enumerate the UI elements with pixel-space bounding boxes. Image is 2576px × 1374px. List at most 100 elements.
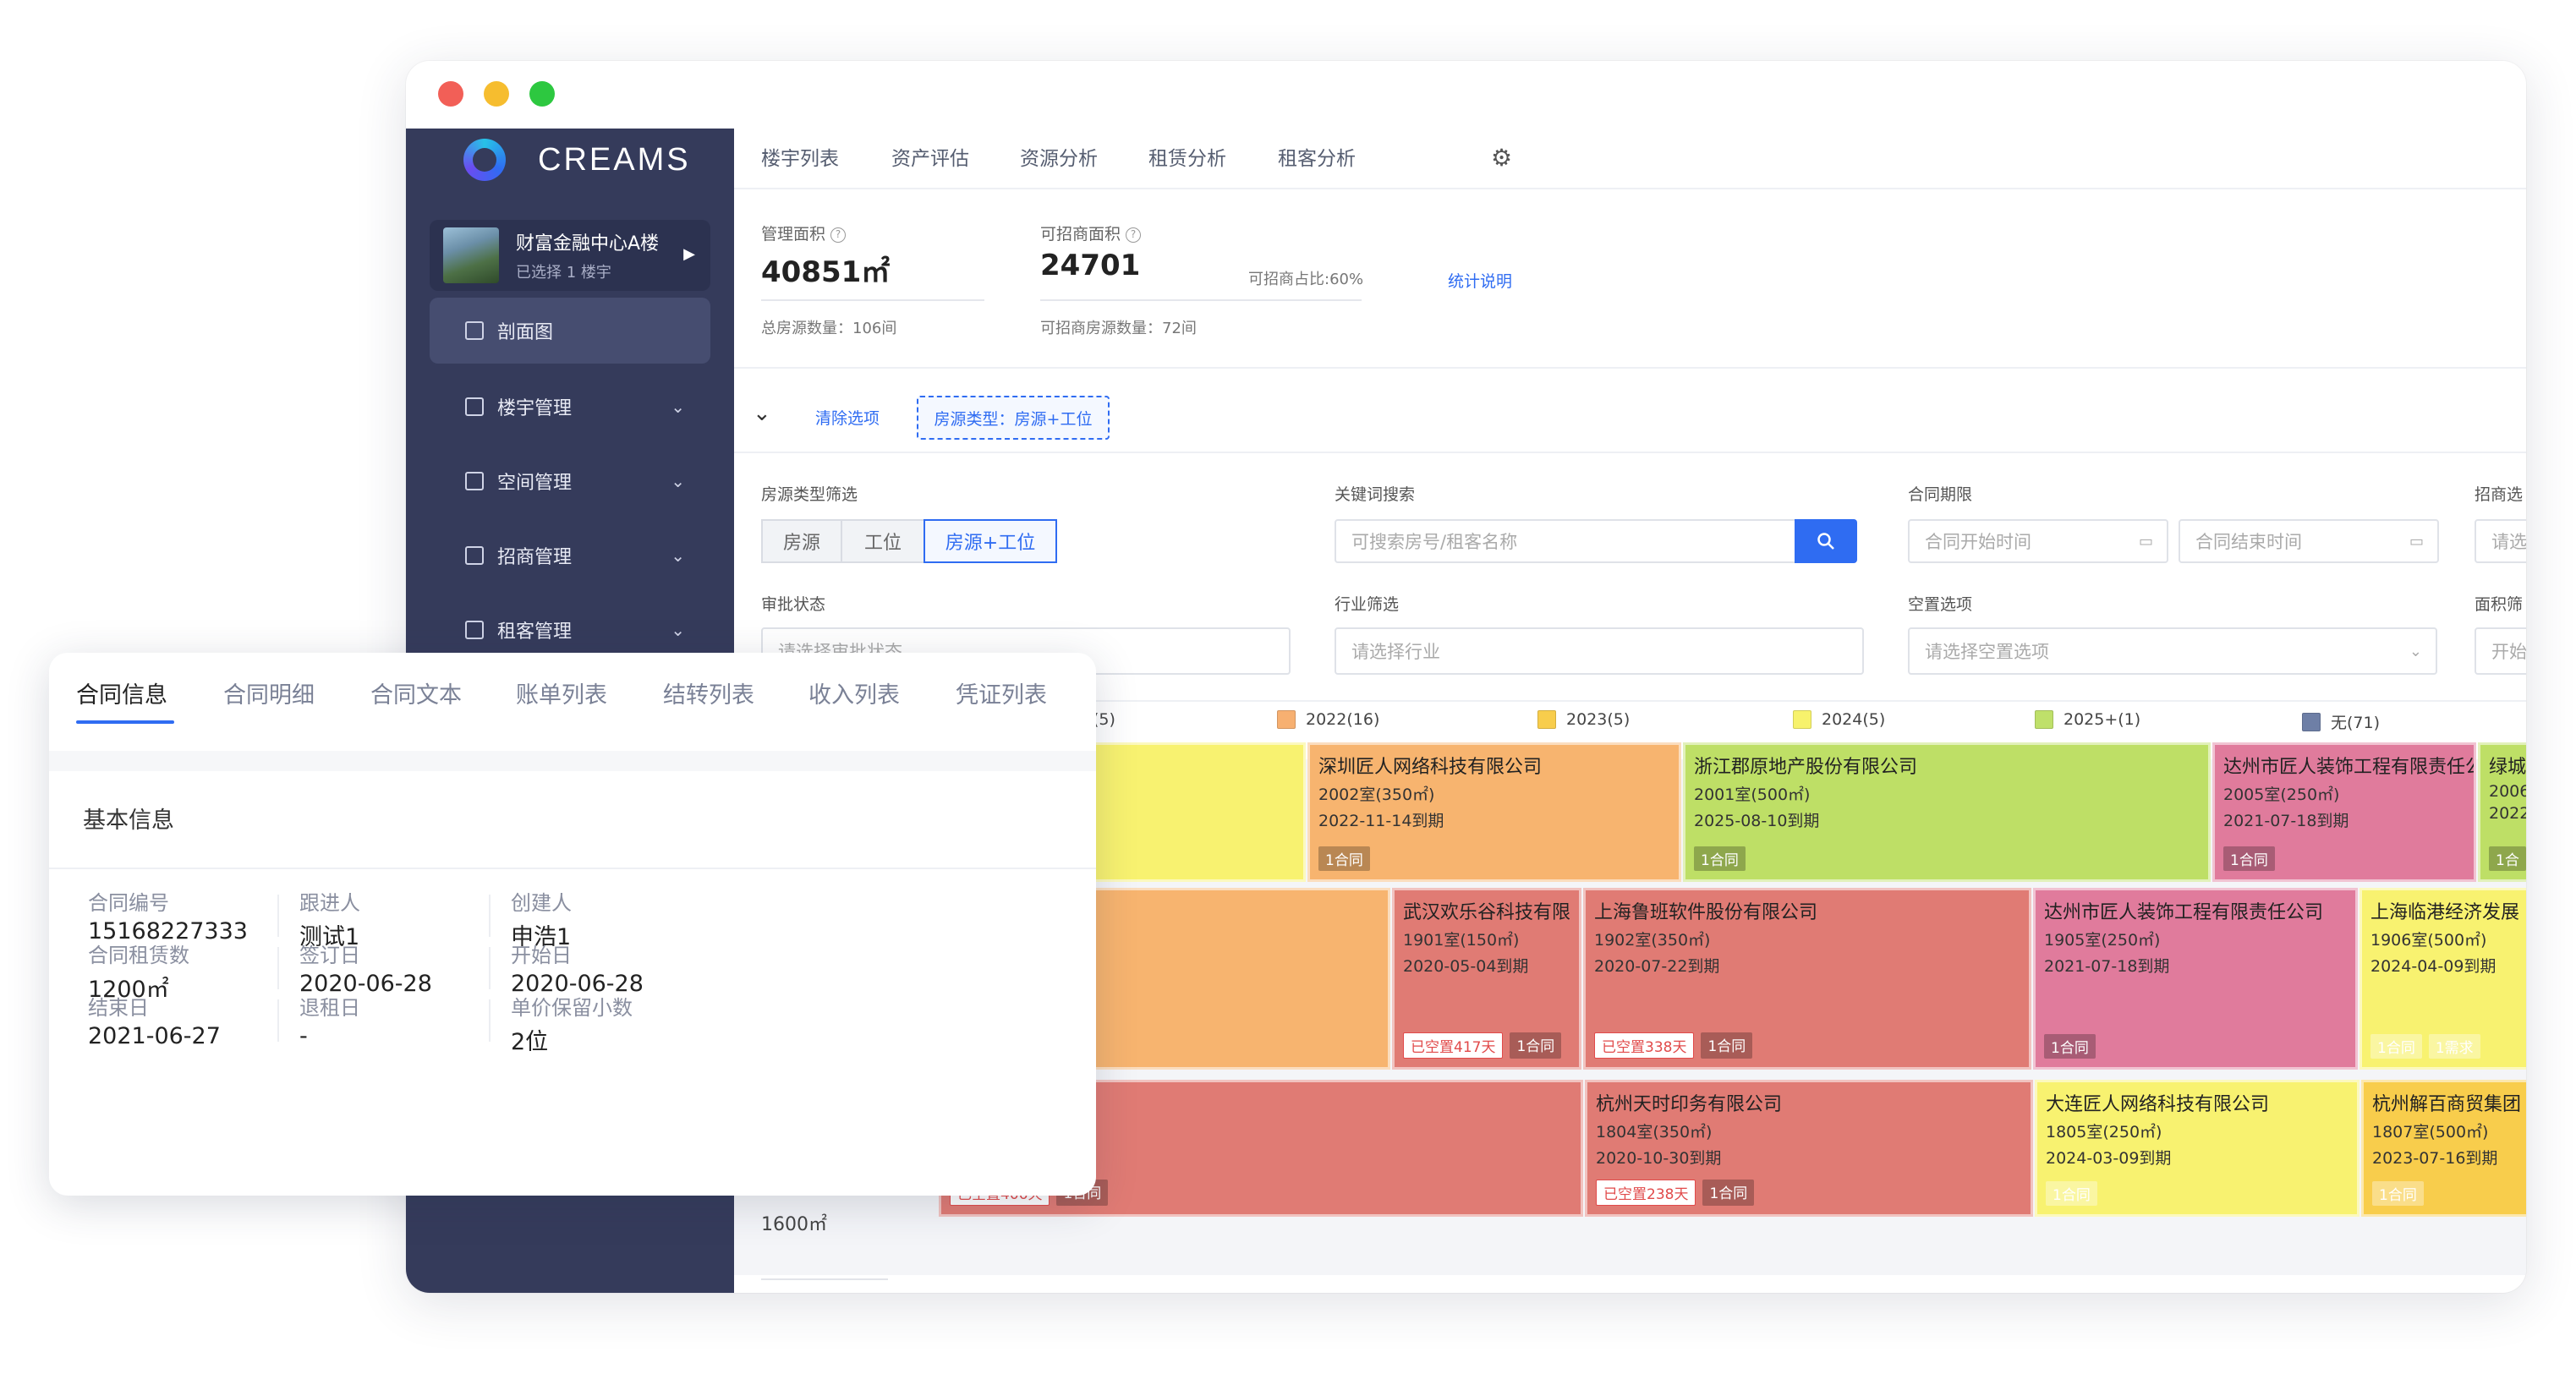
room-tile[interactable]: 上海鲁班软件股份有限公司 1902室(350㎡) 2020-07-22到期 已空置33… — [1583, 888, 2031, 1070]
vacancy-badge[interactable]: 已空置338天 — [1594, 1032, 1695, 1059]
chevron-down-icon: ⌄ — [671, 545, 685, 566]
tenant-name: 杭州天时印务有限公司 — [1596, 1094, 1783, 1115]
legend-item[interactable]: 2025+(1) — [2035, 710, 2140, 729]
room-type-both-option[interactable]: 房源+工位 — [924, 519, 1057, 563]
room-tile[interactable]: 武汉欢乐谷科技有限 1901室(150㎡) 2020-05-04到期 已空置417天 1… — [1392, 888, 1581, 1070]
contract-badge[interactable]: 1合同 — [2223, 846, 2275, 871]
tab-contract-text[interactable]: 合同文本 — [370, 676, 462, 709]
contract-badge[interactable]: 1合同 — [2370, 1034, 2422, 1059]
room-tile[interactable]: 浙江郡原地产股份有限公司 2001室(500㎡) 2025-08-10到期 1合同 — [1683, 742, 2211, 882]
sidebar-item-label: 剖面图 — [497, 322, 554, 343]
room-info: 1805室(250㎡) — [2046, 1123, 2162, 1141]
clear-options-link[interactable]: 清除选项 — [815, 406, 880, 429]
contract-badge[interactable]: 1合同 — [1702, 1180, 1755, 1206]
chevron-down-icon: ⌄ — [671, 397, 685, 417]
tab-building-list[interactable]: 楼宇列表 — [761, 142, 839, 171]
contract-badge[interactable]: 1合同 — [1694, 846, 1746, 871]
search-button[interactable] — [1795, 519, 1857, 563]
contract-end-date-input[interactable]: 合同结束时间 ▭ — [2179, 519, 2439, 563]
sidebar-item-building-management[interactable]: 楼宇管理 ⌄ — [430, 374, 710, 440]
room-tile[interactable]: 深圳匠人网络科技有限公司 2002室(350㎡) 2022-11-14到期 1合同 — [1307, 742, 1681, 882]
tenant-name: 深圳匠人网络科技有限公司 — [1318, 757, 1543, 778]
minimize-dot[interactable] — [484, 81, 509, 107]
help-icon[interactable]: ? — [1126, 227, 1142, 243]
legend-item[interactable]: 2024(5) — [1793, 710, 1885, 729]
field-value: - — [299, 1023, 308, 1049]
tab-contract-detail[interactable]: 合同明细 — [223, 676, 315, 709]
tab-income-list[interactable]: 收入列表 — [808, 676, 900, 709]
vacancy-badge[interactable]: 已空置238天 — [1596, 1180, 1696, 1206]
room-tile[interactable]: 达州市匠人装饰工程有限责任公司 2005室(250㎡) 2021-07-18到期 1合… — [2212, 742, 2476, 882]
column-separator — [277, 999, 279, 1042]
legend-item[interactable]: 2022(16) — [1277, 710, 1379, 729]
keyword-label: 关键词搜索 — [1335, 485, 1416, 504]
logo-text: CREAMS — [538, 141, 691, 178]
tab-carryover-list[interactable]: 结转列表 — [663, 676, 754, 709]
room-type-room-option[interactable]: 房源 — [761, 519, 842, 563]
tab-contract-info[interactable]: 合同信息 — [76, 676, 167, 709]
divider — [734, 367, 2526, 369]
room-tile[interactable]: 杭州天时印务有限公司 1804室(350㎡) 2020-10-30到期 已空置238天… — [1585, 1080, 2033, 1217]
caret-right-icon: ▶ — [683, 245, 695, 263]
vacancy-select[interactable]: 请选择空置选项 ⌄ — [1908, 627, 2437, 675]
expiry-date: 2022 — [2489, 804, 2526, 823]
section-title: 基本信息 — [83, 807, 174, 834]
contract-badge[interactable]: 1需求 — [2428, 1034, 2480, 1059]
chevron-down-icon: ⌄ — [671, 620, 685, 640]
leasing-icon — [465, 546, 484, 565]
room-tile[interactable]: 大连匠人网络科技有限公司 1805室(250㎡) 2024-03-09到期 1合同 — [2035, 1080, 2360, 1217]
tab-voucher-list[interactable]: 凭证列表 — [956, 676, 1047, 709]
contract-badge[interactable]: 1合同 — [2044, 1034, 2096, 1059]
sliders-icon[interactable]: ⚙ — [1491, 144, 1512, 172]
tab-tenant-analysis[interactable]: 租客分析 — [1278, 142, 1356, 171]
sidebar-item-label: 空间管理 — [497, 473, 573, 494]
legend-swatch — [1277, 710, 1296, 729]
close-dot[interactable] — [438, 81, 463, 107]
contract-badge[interactable]: 1合同 — [1510, 1032, 1562, 1059]
app-logo[interactable]: CREAMS — [463, 139, 691, 181]
maximize-dot[interactable] — [529, 81, 555, 107]
contract-badge[interactable]: 1合同 — [2372, 1181, 2424, 1206]
sidebar-item-space-management[interactable]: 空间管理 ⌄ — [430, 448, 710, 514]
area-filter-input[interactable]: 开始 — [2475, 627, 2526, 675]
sidebar-item-leasing-management[interactable]: 招商管理 ⌄ — [430, 523, 710, 588]
expiry-date: 2024-04-09到期 — [2370, 957, 2497, 976]
room-tile[interactable]: 绿城 2006 2022 1合 — [2478, 742, 2526, 882]
expiry-date: 2023-07-16到期 — [2372, 1149, 2498, 1168]
room-tile[interactable]: 达州市匠人装饰工程有限责任公司 1905室(250㎡) 2021-07-18到期 1合… — [2033, 888, 2358, 1070]
field-value: 2位 — [511, 1029, 549, 1055]
leasing-filter-select[interactable]: 请选 — [2475, 519, 2526, 563]
legend-item[interactable]: 2023(5) — [1537, 710, 1630, 729]
contract-badge[interactable]: 1合同 — [2046, 1181, 2097, 1206]
keyword-search-input[interactable]: 可搜索房号/租客名称 — [1335, 519, 1798, 563]
room-tile[interactable]: 杭州解百商贸集团 1807室(500㎡) 2023-07-16到期 1合同 — [2361, 1080, 2526, 1217]
divider — [734, 452, 2526, 453]
stats-explain-link[interactable]: 统计说明 — [1448, 269, 1512, 292]
room-type-workstation-option[interactable]: 工位 — [841, 519, 925, 563]
tenant-name: 杭州解百商贸集团 — [2372, 1094, 2522, 1115]
contract-badge[interactable]: 1合同 — [1701, 1032, 1753, 1059]
chevron-down-icon[interactable]: ⌄ — [753, 401, 771, 426]
expiry-date: 2020-05-04到期 — [1403, 957, 1529, 976]
contract-start-date-input[interactable]: 合同开始时间 ▭ — [1908, 519, 2168, 563]
vacancy-badge[interactable]: 已空置417天 — [1403, 1032, 1504, 1059]
sidebar-item-section-view[interactable]: 剖面图 — [430, 298, 710, 364]
tab-bill-list[interactable]: 账单列表 — [516, 676, 607, 709]
contract-badge[interactable]: 1合 — [2489, 846, 2526, 871]
industry-select[interactable]: 请选择行业 — [1335, 627, 1864, 675]
active-filter-tag[interactable]: 房源类型：房源+工位 — [917, 396, 1110, 440]
room-type-label: 房源类型筛选 — [761, 485, 858, 504]
building-thumbnail — [443, 227, 499, 283]
room-tile[interactable]: 上海临港经济发展 1906室(500㎡) 2024-04-09到期 1合同 1需求 — [2360, 888, 2526, 1070]
tab-leasing-analysis[interactable]: 租赁分析 — [1148, 142, 1226, 171]
help-icon[interactable]: ? — [830, 227, 847, 243]
legend-item[interactable]: (5) — [1093, 710, 1115, 729]
approval-label: 审批状态 — [761, 595, 826, 614]
tab-resource-analysis[interactable]: 资源分析 — [1020, 142, 1098, 171]
contract-badge[interactable]: 1合同 — [1318, 846, 1370, 871]
legend-item[interactable]: 无(71) — [2302, 710, 2380, 733]
tab-asset-evaluation[interactable]: 资产评估 — [891, 142, 969, 171]
field-value: 2021-06-27 — [88, 1023, 221, 1049]
field-label: 跟进人 — [299, 891, 360, 915]
building-selector[interactable]: 财富金融中心A楼 已选择 1 楼宇 ▶ — [430, 220, 710, 291]
